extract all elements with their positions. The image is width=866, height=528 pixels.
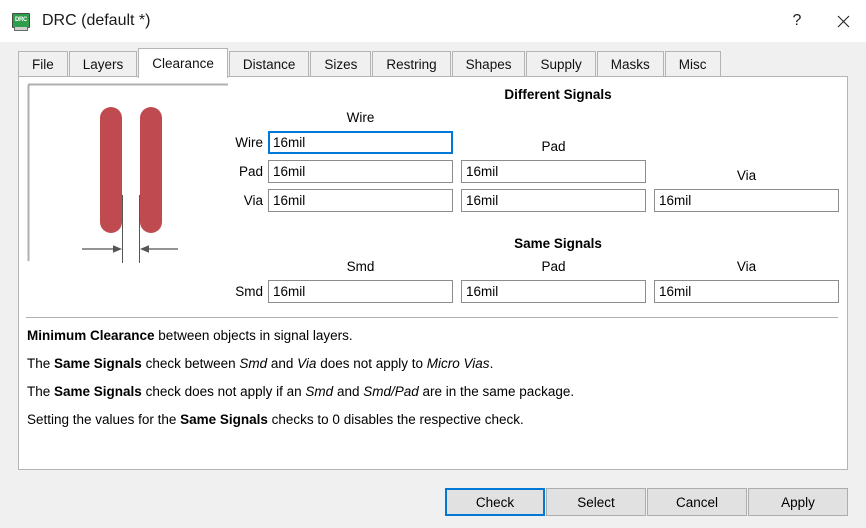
- note-line-0: Minimum Clearance between objects in sig…: [27, 328, 353, 343]
- note-line-2: The Same Signals check does not apply if…: [27, 384, 574, 399]
- tab-label: Layers: [83, 57, 124, 72]
- note-run: Same Signals: [54, 384, 142, 399]
- tab-list: File Layers Clearance Distance Sizes Restring…: [18, 42, 722, 77]
- note-run: checks to 0 disables the respective chec…: [268, 412, 524, 427]
- same-signals-col-via: Via: [654, 259, 839, 274]
- tab-label: Restring: [386, 57, 436, 72]
- select-button[interactable]: Select: [546, 488, 646, 516]
- note-run: Via: [297, 356, 316, 371]
- note-run: Same Signals: [180, 412, 268, 427]
- note-run: between objects in signal layers.: [155, 328, 353, 343]
- tab-label: Sizes: [324, 57, 357, 72]
- note-run: are in the same package.: [419, 384, 574, 399]
- help-glyph: ?: [793, 12, 802, 30]
- tab-shapes[interactable]: Shapes: [452, 51, 526, 77]
- clearance-different-via-wire[interactable]: [268, 189, 453, 212]
- different-signals-col-pad: Pad: [461, 139, 646, 154]
- different-signals-row-label-pad: Pad: [198, 164, 263, 179]
- note-run: Smd: [305, 384, 333, 399]
- tab-label: Shapes: [466, 57, 512, 72]
- same-signals-col-pad: Pad: [461, 259, 646, 274]
- note-line-3: Setting the values for the Same Signals …: [27, 412, 524, 427]
- clearance-same-smd-pad[interactable]: [461, 280, 646, 303]
- same-signals-row-label-smd: Smd: [198, 284, 263, 299]
- same-signals-title: Same Signals: [268, 236, 848, 251]
- drc-chip-icon: [11, 11, 31, 31]
- close-icon[interactable]: [820, 0, 866, 42]
- same-signals-col-smd: Smd: [268, 259, 453, 274]
- tab-masks[interactable]: Masks: [597, 51, 664, 77]
- note-run: Micro Vias: [427, 356, 490, 371]
- tab-layers[interactable]: Layers: [69, 51, 138, 77]
- clearance-different-via-pad[interactable]: [461, 189, 646, 212]
- clearance-different-via-via[interactable]: [654, 189, 839, 212]
- note-run: does not apply to: [316, 356, 426, 371]
- tab-distance[interactable]: Distance: [229, 51, 310, 77]
- different-signals-row-label-via: Via: [198, 193, 263, 208]
- tab-supply[interactable]: Supply: [526, 51, 595, 77]
- clearance-same-smd-smd[interactable]: [268, 280, 453, 303]
- tab-restring[interactable]: Restring: [372, 51, 450, 77]
- clearance-different-wire-wire[interactable]: [268, 131, 453, 154]
- tab-file[interactable]: File: [18, 51, 68, 77]
- tab-label: File: [32, 57, 54, 72]
- tab-label: Masks: [611, 57, 650, 72]
- note-run: Smd: [239, 356, 267, 371]
- note-run: The: [27, 384, 54, 399]
- check-button[interactable]: Check: [445, 488, 545, 516]
- clearance-same-smd-via[interactable]: [654, 280, 839, 303]
- clearance-different-pad-wire[interactable]: [268, 160, 453, 183]
- apply-button[interactable]: Apply: [748, 488, 848, 516]
- different-signals-title: Different Signals: [268, 87, 848, 102]
- title-bar: DRC (default *) ?: [0, 0, 866, 42]
- clearance-panel: Different Signals Wire Pad Via Wire Pad …: [18, 76, 848, 470]
- cancel-button[interactable]: Cancel: [647, 488, 747, 516]
- tab-label: Misc: [679, 57, 707, 72]
- note-run: check does not apply if an: [142, 384, 306, 399]
- tab-label: Distance: [243, 57, 296, 72]
- tab-sizes[interactable]: Sizes: [310, 51, 371, 77]
- note-run: Same Signals: [54, 356, 142, 371]
- note-run: Smd/Pad: [363, 384, 419, 399]
- window-controls: ?: [774, 0, 866, 42]
- tab-misc[interactable]: Misc: [665, 51, 721, 77]
- window-title: DRC (default *): [42, 12, 150, 30]
- tab-clearance[interactable]: Clearance: [138, 48, 228, 78]
- note-run: check between: [142, 356, 240, 371]
- tab-strip: File Layers Clearance Distance Sizes Restring…: [0, 42, 866, 77]
- dialog-button-bar: CheckSelectCancelApply: [0, 470, 866, 528]
- note-run: and: [333, 384, 363, 399]
- note-run: Minimum Clearance: [27, 328, 155, 343]
- note-run: and: [267, 356, 297, 371]
- note-run: The: [27, 356, 54, 371]
- note-run: .: [490, 356, 494, 371]
- note-line-1: The Same Signals check between Smd and V…: [27, 356, 493, 371]
- different-signals-row-label-wire: Wire: [198, 135, 263, 150]
- clearance-illustration: [26, 83, 230, 287]
- different-signals-col-wire: Wire: [268, 110, 453, 125]
- clearance-different-pad-pad[interactable]: [461, 160, 646, 183]
- notes-divider: [26, 317, 838, 318]
- different-signals-col-via: Via: [654, 168, 839, 183]
- help-icon[interactable]: ?: [774, 0, 820, 42]
- tab-label: Supply: [540, 57, 581, 72]
- note-run: Setting the values for the: [27, 412, 180, 427]
- tab-label: Clearance: [152, 56, 214, 71]
